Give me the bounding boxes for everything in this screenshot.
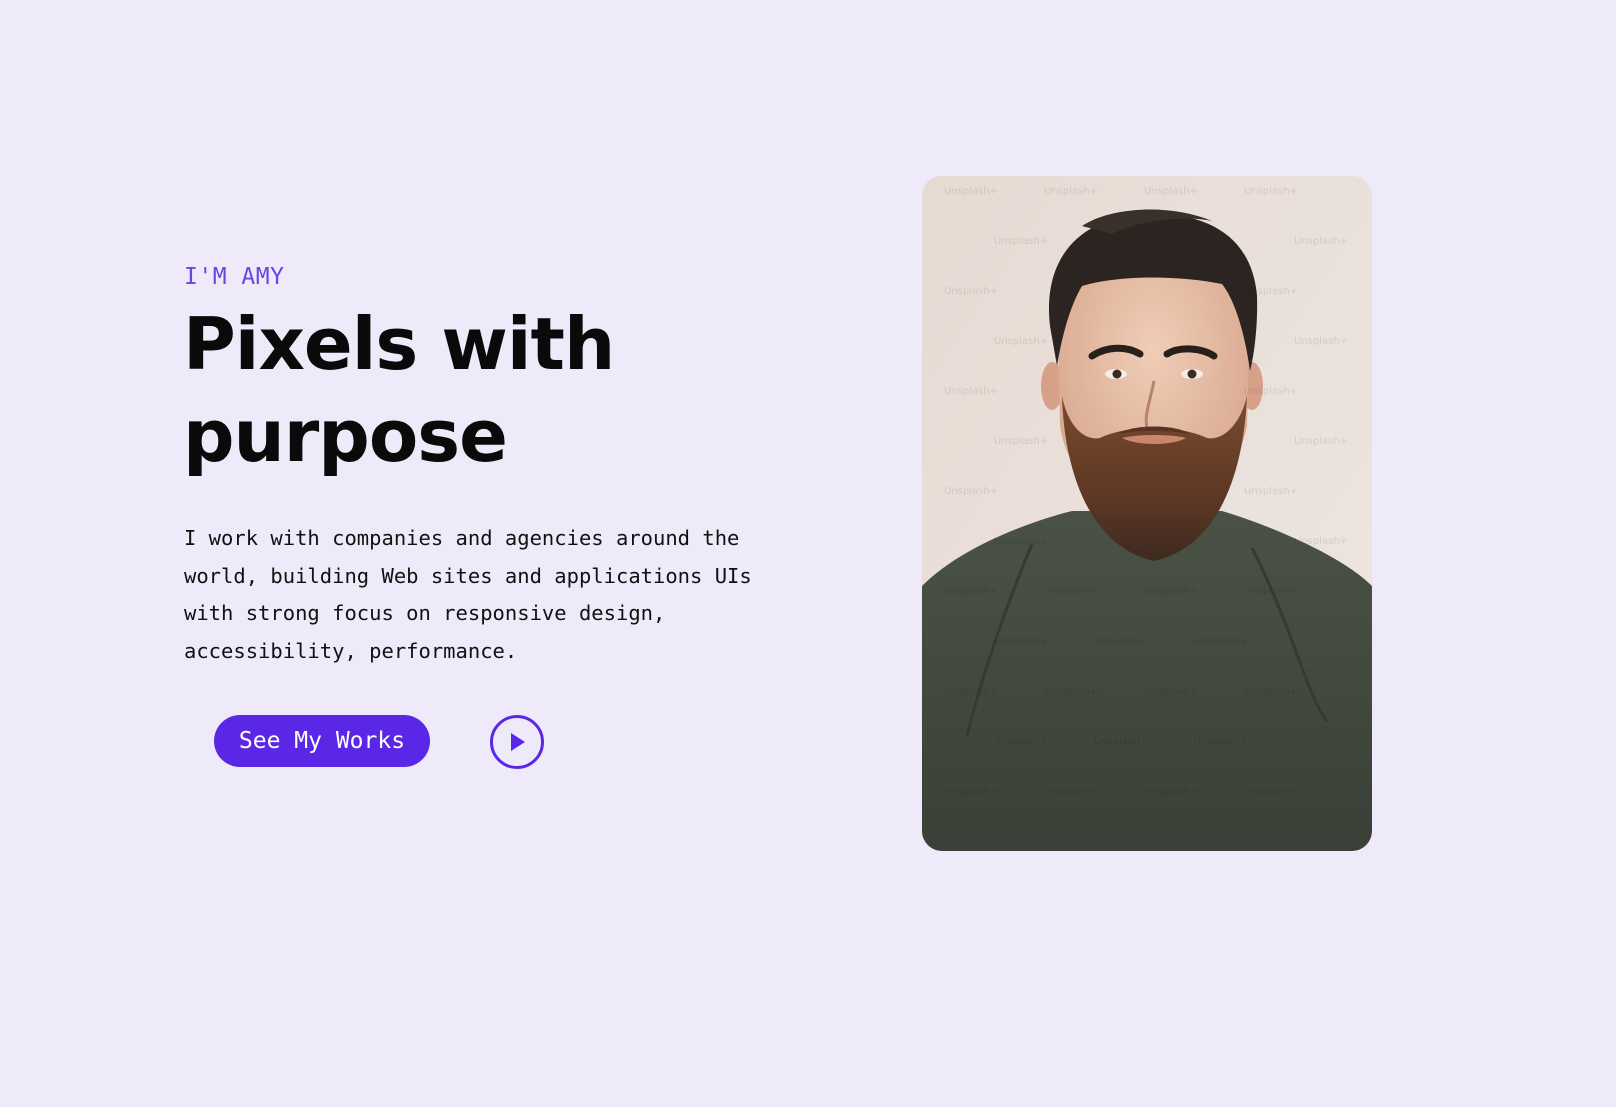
svg-text:Unsplash+: Unsplash+ <box>1244 386 1298 397</box>
svg-text:Unsplash+: Unsplash+ <box>994 636 1048 647</box>
svg-text:Unsplash+: Unsplash+ <box>1244 486 1298 497</box>
svg-text:Unsplash+: Unsplash+ <box>1144 586 1198 597</box>
svg-text:Unsplash+: Unsplash+ <box>944 286 998 297</box>
svg-text:Unsplash+: Unsplash+ <box>944 786 998 797</box>
hero-headline: Pixels with purpose <box>183 302 615 478</box>
svg-text:Unsplash+: Unsplash+ <box>994 436 1048 447</box>
svg-text:Unsplash+: Unsplash+ <box>944 586 998 597</box>
svg-text:Unsplash+: Unsplash+ <box>1144 786 1198 797</box>
svg-text:Unsplash+: Unsplash+ <box>1244 786 1298 797</box>
svg-text:Unsplash+: Unsplash+ <box>1094 736 1148 747</box>
watermark-text: Unsplash+ <box>944 186 998 197</box>
svg-text:Unsplash+: Unsplash+ <box>944 486 998 497</box>
svg-text:Unsplash+: Unsplash+ <box>1194 636 1248 647</box>
svg-text:Unsplash+: Unsplash+ <box>1094 636 1148 647</box>
portrait-photo: Unsplash+ Unsplash+ Unsplash+ Unsplash+ … <box>922 176 1372 851</box>
svg-text:Unsplash+: Unsplash+ <box>1294 336 1348 347</box>
svg-text:Unsplash+: Unsplash+ <box>1044 186 1098 197</box>
svg-text:Unsplash+: Unsplash+ <box>994 536 1048 547</box>
svg-text:Unsplash+: Unsplash+ <box>1044 686 1098 697</box>
svg-text:Unsplash+: Unsplash+ <box>1244 286 1298 297</box>
svg-text:Unsplash+: Unsplash+ <box>1144 186 1198 197</box>
svg-text:Unsplash+: Unsplash+ <box>1194 736 1248 747</box>
hero-section: I'M AMY Pixels with purpose I work with … <box>0 0 1616 1107</box>
svg-text:Unsplash+: Unsplash+ <box>1294 236 1348 247</box>
svg-text:Unsplash+: Unsplash+ <box>944 686 998 697</box>
svg-text:Unsplash+: Unsplash+ <box>994 336 1048 347</box>
play-video-button[interactable] <box>490 715 544 769</box>
portrait-illustration: Unsplash+ Unsplash+ Unsplash+ Unsplash+ … <box>922 176 1372 851</box>
svg-text:Unsplash+: Unsplash+ <box>1244 586 1298 597</box>
svg-text:Unsplash+: Unsplash+ <box>1244 686 1298 697</box>
svg-text:Unsplash+: Unsplash+ <box>1294 436 1348 447</box>
svg-text:Unsplash+: Unsplash+ <box>1144 686 1198 697</box>
hero-description: I work with companies and agencies aroun… <box>184 526 752 663</box>
svg-text:Unsplash+: Unsplash+ <box>1244 186 1298 197</box>
svg-text:Unsplash+: Unsplash+ <box>1044 586 1098 597</box>
hero-eyebrow: I'M AMY <box>184 264 285 290</box>
play-icon <box>511 733 525 751</box>
see-my-works-button[interactable]: See My Works <box>214 715 430 767</box>
svg-text:Unsplash+: Unsplash+ <box>944 386 998 397</box>
svg-text:Unsplash+: Unsplash+ <box>1294 536 1348 547</box>
svg-text:Unsplash+: Unsplash+ <box>994 236 1048 247</box>
svg-text:Unsplash+: Unsplash+ <box>1044 786 1098 797</box>
svg-text:Unsplash+: Unsplash+ <box>994 736 1048 747</box>
